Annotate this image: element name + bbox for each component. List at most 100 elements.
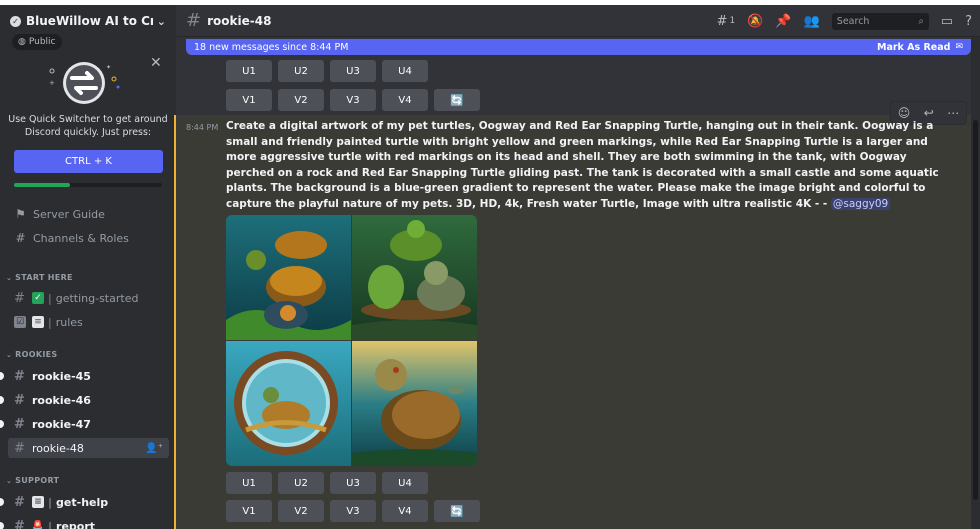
scrollbar-thumb[interactable] [973, 120, 978, 500]
u4-button[interactable]: U4 [382, 472, 428, 494]
channel-title: rookie-48 [207, 13, 272, 28]
signpost-icon: ⚑ [15, 207, 26, 221]
image-tile-4[interactable] [352, 341, 477, 466]
category-label: SUPPORT [15, 476, 60, 485]
v1-button[interactable]: V1 [226, 89, 272, 111]
svg-text:✦: ✦ [106, 64, 111, 71]
close-icon[interactable]: ✕ [150, 55, 162, 71]
threads-count: 1 [729, 16, 736, 26]
variation-buttons: V1 V2 V3 V4 🔄 [226, 500, 486, 522]
mark-as-read-label: Mark As Read [876, 41, 951, 53]
refresh-icon: 🔄 [450, 504, 464, 518]
image-tile-3[interactable] [226, 341, 351, 466]
onboarding-progress [14, 183, 162, 187]
u2-button[interactable]: U2 [278, 472, 324, 494]
thread-hash-icon: # [186, 10, 202, 31]
chevron-down-icon: ⌄ [6, 476, 13, 485]
threads-icon[interactable]: #1 [717, 14, 736, 29]
help-icon[interactable]: ? [965, 14, 972, 29]
hash-icon: # [14, 368, 25, 384]
inbox-icon[interactable]: ▭ [941, 14, 953, 29]
channel-report[interactable]: # 🚨 | report [8, 516, 169, 529]
category-rookies[interactable]: ⌄ ROOKIES [6, 350, 57, 359]
unread-indicator [0, 420, 4, 428]
image-tile-1[interactable] [226, 215, 351, 340]
reroll-button[interactable]: 🔄 [434, 500, 480, 522]
channel-getting-started[interactable]: # ✓ | getting-started [8, 288, 169, 308]
new-messages-banner[interactable]: 18 new messages since 8:44 PM Mark As Re… [186, 39, 971, 55]
generated-image-grid[interactable] [226, 215, 477, 466]
channel-sidebar: ✓ BlueWillow AI to Crea... ⌄ ◍ Public + … [0, 5, 176, 529]
more-icon[interactable]: ⋯ [947, 106, 959, 120]
reroll-button[interactable]: 🔄 [434, 89, 480, 111]
chevron-down-icon: ⌄ [156, 14, 166, 28]
chevron-down-icon: ⌄ [6, 273, 13, 282]
unread-indicator [0, 396, 4, 404]
quick-switcher-button[interactable]: CTRL + K [14, 150, 163, 173]
prompt-text: Create a digital artwork of my pet turtl… [226, 120, 939, 210]
channel-label: rules [55, 315, 83, 329]
search-input[interactable]: Search ⌕ [831, 12, 929, 30]
channel-rookie-47[interactable]: # rookie-47 [8, 414, 169, 434]
channel-header: # rookie-48 #1 🔕 📌 👥 Search ⌕ ▭ ? [176, 5, 980, 37]
server-guide-link[interactable]: ⚑ Server Guide [14, 205, 105, 223]
document-icon: ≡ [32, 496, 44, 508]
mute-bell-icon[interactable]: 🔕 [747, 14, 763, 29]
channel-rookie-48[interactable]: # rookie-48 👤⁺ [8, 438, 169, 458]
v4-button[interactable]: V4 [382, 89, 428, 111]
mark-as-read-button[interactable]: Mark As Read ✉ [877, 42, 963, 53]
u3-button[interactable]: U3 [330, 472, 376, 494]
channel-rules[interactable]: ☑ ≡ | rules [8, 312, 169, 332]
hash-icon: # [14, 290, 25, 306]
channels-roles-link[interactable]: # Channels & Roles [14, 229, 128, 247]
u3-button[interactable]: U3 [330, 60, 376, 82]
quick-switcher-illustration: + ✦ [49, 62, 120, 104]
separator: | [48, 519, 53, 529]
channel-label: rookie-45 [32, 369, 91, 383]
quick-switcher-text: Use Quick Switcher to get around Discord… [8, 114, 168, 138]
reply-icon[interactable]: ↩ [924, 106, 934, 120]
channel-rookie-46[interactable]: # rookie-46 [8, 390, 169, 410]
category-start-here[interactable]: ⌄ START HERE [6, 273, 73, 282]
v2-button[interactable]: V2 [278, 89, 324, 111]
variation-buttons-previous: V1 V2 V3 V4 🔄 [226, 89, 486, 111]
message-timestamp: 8:44 PM [186, 123, 219, 132]
v2-button[interactable]: V2 [278, 500, 324, 522]
channels-icon: # [15, 231, 26, 245]
channel-rookie-45[interactable]: # rookie-45 [8, 366, 169, 386]
image-tile-2[interactable] [352, 215, 477, 340]
u2-button[interactable]: U2 [278, 60, 324, 82]
v1-button[interactable]: V1 [226, 500, 272, 522]
channel-label: rookie-48 [32, 441, 84, 455]
public-label: Public [28, 37, 56, 47]
add-user-icon[interactable]: 👤⁺ [145, 443, 163, 454]
rules-checkbox-icon: ☑ [14, 316, 26, 328]
category-support[interactable]: ⌄ SUPPORT [6, 476, 59, 485]
mark-read-icon: ✉ [955, 42, 963, 52]
new-messages-text: 18 new messages since 8:44 PM [194, 41, 349, 53]
category-label: ROOKIES [15, 350, 58, 359]
mention-highlight-bar [174, 115, 176, 529]
v3-button[interactable]: V3 [330, 500, 376, 522]
server-header[interactable]: ✓ BlueWillow AI to Crea... ⌄ [0, 5, 176, 37]
channel-label: report [56, 519, 96, 529]
unread-indicator [0, 498, 4, 506]
public-badge: ◍ Public [12, 34, 62, 50]
u1-button[interactable]: U1 [226, 472, 272, 494]
u1-button[interactable]: U1 [226, 60, 272, 82]
separator: | [48, 495, 53, 509]
user-mention[interactable]: @saggy09 [830, 197, 891, 210]
category-label: START HERE [15, 273, 73, 282]
pin-icon[interactable]: 📌 [775, 14, 791, 29]
v4-button[interactable]: V4 [382, 500, 428, 522]
add-reaction-icon[interactable]: ☺ [898, 106, 911, 120]
thread-hash-icon: # [14, 416, 25, 432]
chevron-down-icon: ⌄ [6, 350, 13, 359]
channel-label: rookie-46 [32, 393, 91, 407]
v3-button[interactable]: V3 [330, 89, 376, 111]
search-icon: ⌕ [918, 15, 924, 27]
members-icon[interactable]: 👥 [804, 14, 820, 29]
u4-button[interactable]: U4 [382, 60, 428, 82]
channel-get-help[interactable]: # ≡ | get-help [8, 492, 169, 512]
channel-label: get-help [56, 495, 109, 509]
